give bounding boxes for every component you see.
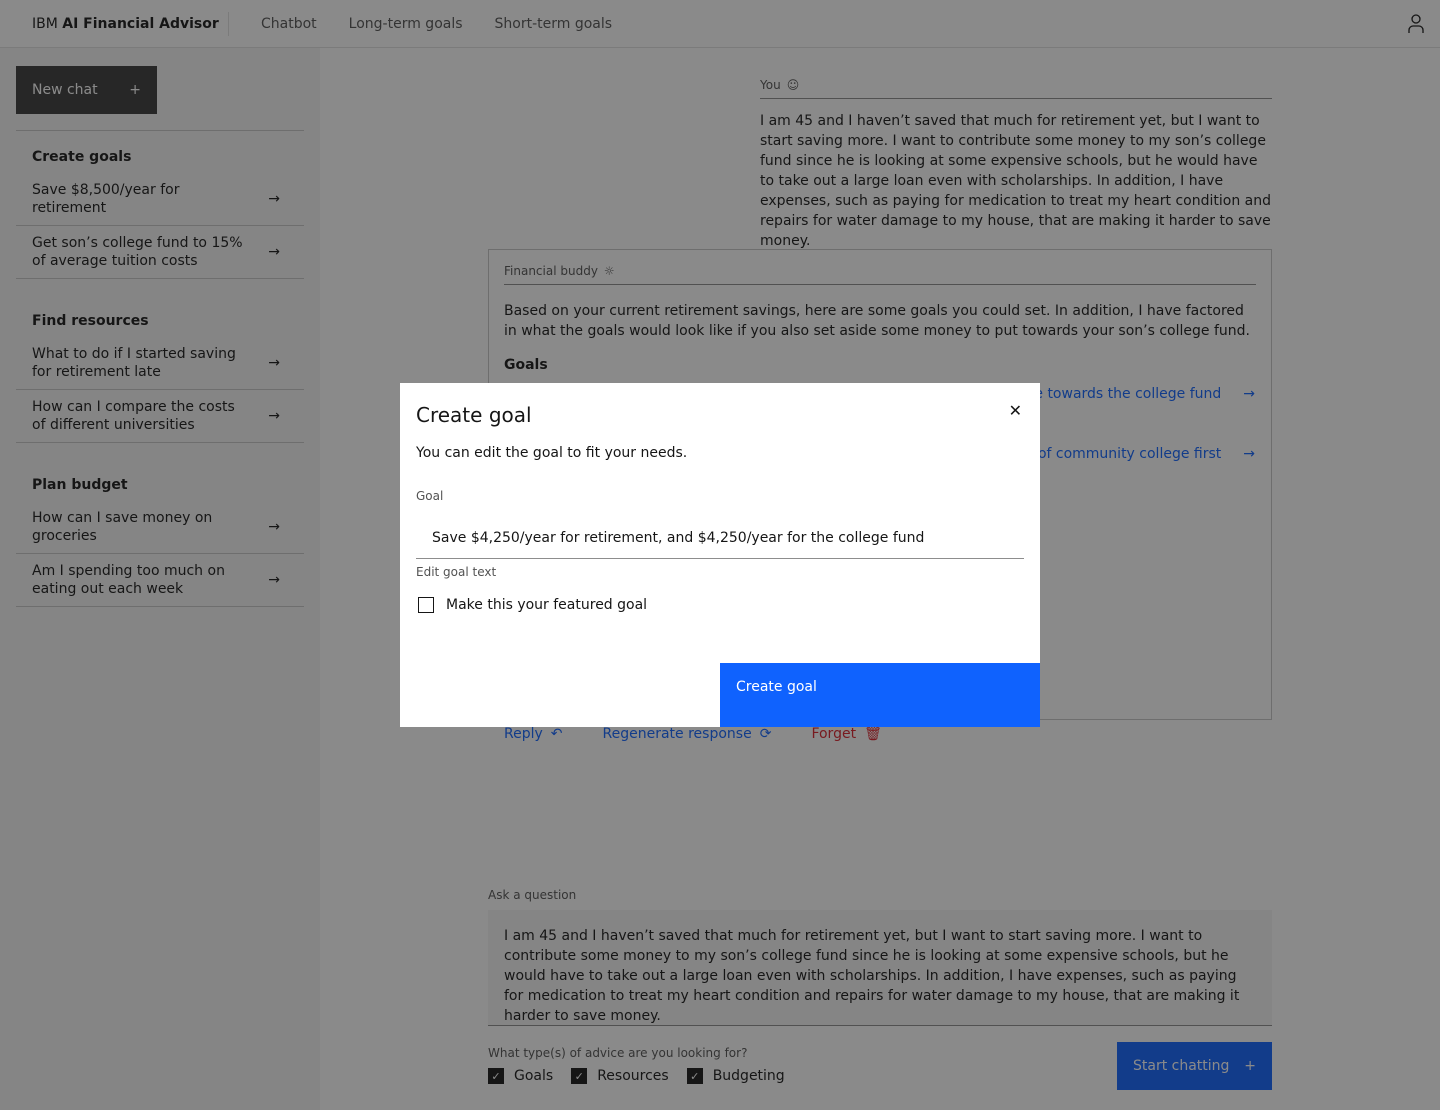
goal-input[interactable] [416,517,1024,559]
create-goal-button[interactable]: Create goal [720,663,1040,727]
modal-title: Create goal [416,403,532,427]
close-icon[interactable]: ✕ [1009,401,1022,420]
create-goal-modal: Create goal ✕ You can edit the goal to f… [400,383,1040,727]
featured-goal-checkbox[interactable]: Make this your featured goal [418,597,647,613]
